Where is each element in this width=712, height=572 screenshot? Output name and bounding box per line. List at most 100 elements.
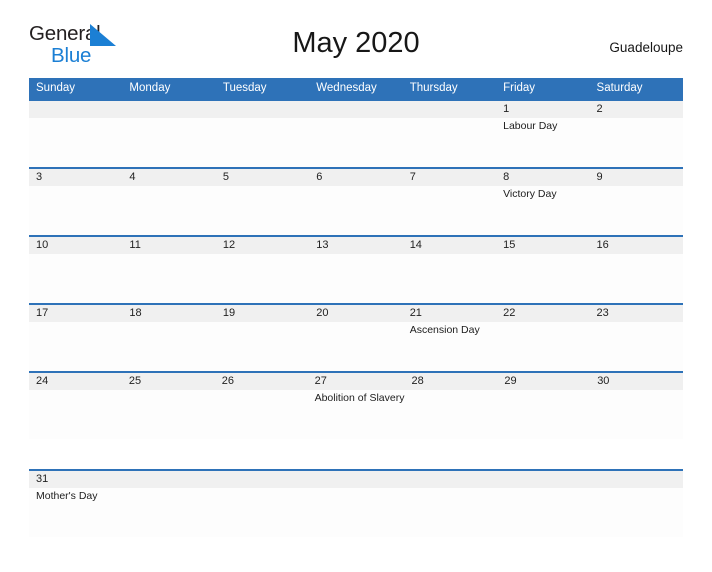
day-number: 5 <box>222 171 229 183</box>
day-number: 15 <box>503 239 516 251</box>
calendar-day-cell[interactable]: 15 <box>496 237 589 303</box>
calendar-day-cell[interactable] <box>309 471 402 537</box>
day-event: Labour Day <box>503 120 558 132</box>
calendar-day-cell[interactable] <box>122 471 215 537</box>
calendar-day-cell[interactable]: 17 <box>29 305 122 371</box>
calendar-day-cell[interactable]: 14 <box>403 237 496 303</box>
day-event: Abolition of Slavery <box>314 392 405 404</box>
day-number: 20 <box>316 307 329 319</box>
calendar-week-row: 10 11 12 13 14 15 16 <box>29 235 683 303</box>
calendar-day-cell[interactable]: 22 <box>496 305 589 371</box>
day-number <box>36 101 122 118</box>
day-number: 13 <box>316 239 329 251</box>
calendar-day-cell[interactable]: 29 <box>497 373 590 439</box>
day-number: 3 <box>36 171 43 183</box>
calendar-day-cell[interactable]: 11 <box>122 237 215 303</box>
calendar-day-cell[interactable]: 6 <box>309 169 402 235</box>
weekday-thursday: Thursday <box>409 82 458 94</box>
calendar-day-cell[interactable]: 9 <box>590 169 683 235</box>
calendar-day-cell[interactable] <box>309 101 402 167</box>
calendar-day-cell[interactable]: 24 <box>29 373 122 439</box>
calendar-day-cell[interactable] <box>216 101 309 167</box>
calendar-day-cell[interactable]: 1 Labour Day <box>496 101 589 167</box>
calendar-grid: Sunday Monday Tuesday Wednesday Thursday… <box>29 78 683 537</box>
calendar-day-cell[interactable]: 31 Mother's Day <box>29 471 122 537</box>
calendar-day-cell[interactable]: 21 Ascension Day <box>403 305 496 371</box>
calendar-day-cell[interactable] <box>122 101 215 167</box>
calendar-day-cell[interactable] <box>403 471 496 537</box>
day-number <box>223 471 309 488</box>
day-number: 26 <box>221 375 234 387</box>
day-number: 22 <box>503 307 516 319</box>
calendar-day-cell[interactable]: 2 <box>590 101 683 167</box>
calendar-week-row: 24 25 26 27 Abolition of Slavery 28 29 3… <box>29 371 683 439</box>
day-number: 21 <box>409 307 422 319</box>
calendar-day-cell[interactable]: 26 <box>215 373 308 439</box>
day-number: 16 <box>596 239 609 251</box>
day-number: 27 <box>314 375 327 387</box>
calendar-day-cell[interactable]: 5 <box>216 169 309 235</box>
calendar-day-cell[interactable]: 3 <box>29 169 122 235</box>
calendar-day-cell[interactable]: 8 Victory Day <box>496 169 589 235</box>
day-number: 24 <box>36 375 49 387</box>
calendar-day-cell[interactable]: 27 Abolition of Slavery <box>308 373 405 439</box>
calendar-day-cell[interactable]: 18 <box>122 305 215 371</box>
calendar-week-row: 3 4 5 6 7 8 Victory Day 9 <box>29 167 683 235</box>
calendar-day-cell[interactable] <box>590 471 683 537</box>
day-number: 6 <box>316 171 323 183</box>
calendar-day-cell[interactable] <box>29 101 122 167</box>
day-number <box>597 471 683 488</box>
calendar-day-cell[interactable]: 16 <box>590 237 683 303</box>
day-number: 8 <box>503 171 510 183</box>
calendar-week-row: 31 Mother's Day <box>29 469 683 537</box>
weekday-monday: Monday <box>129 82 171 94</box>
weekday-wednesday: Wednesday <box>316 82 377 94</box>
calendar-day-cell[interactable]: 10 <box>29 237 122 303</box>
day-number: 28 <box>411 375 424 387</box>
weekday-tuesday: Tuesday <box>222 82 267 94</box>
calendar-day-cell[interactable]: 30 <box>590 373 683 439</box>
day-number: 7 <box>409 171 416 183</box>
weekday-header-row: Sunday Monday Tuesday Wednesday Thursday… <box>29 78 683 99</box>
calendar-day-cell[interactable]: 25 <box>122 373 215 439</box>
day-number <box>410 471 496 488</box>
day-number: 23 <box>596 307 609 319</box>
day-number <box>316 101 402 118</box>
day-number: 18 <box>129 307 142 319</box>
day-number: 19 <box>222 307 236 319</box>
day-number: 17 <box>36 307 49 319</box>
page-header: General Blue May 2020 Guadeloupe <box>29 22 683 72</box>
day-number: 4 <box>129 171 136 183</box>
day-number <box>316 471 402 488</box>
day-number: 9 <box>596 171 603 183</box>
weekday-saturday: Saturday <box>596 82 643 94</box>
day-number <box>129 101 215 118</box>
day-number: 29 <box>504 375 517 387</box>
day-number <box>410 101 496 118</box>
calendar-day-cell[interactable] <box>403 101 496 167</box>
day-number: 14 <box>409 239 422 251</box>
calendar-day-cell[interactable]: 12 <box>216 237 309 303</box>
day-number: 30 <box>597 375 610 387</box>
day-number: 25 <box>128 375 142 387</box>
page-title: May 2020 <box>292 27 420 59</box>
calendar-page: General Blue May 2020 Guadeloupe Sunday … <box>0 22 712 572</box>
calendar-day-cell[interactable] <box>496 471 589 537</box>
calendar-day-cell[interactable]: 20 <box>309 305 402 371</box>
day-number: 10 <box>36 239 49 251</box>
calendar-day-cell[interactable]: 4 <box>122 169 215 235</box>
day-number <box>503 471 589 488</box>
day-number <box>223 101 309 118</box>
country-label: Guadeloupe <box>609 40 683 55</box>
day-number: 11 <box>129 239 141 251</box>
calendar-day-cell[interactable] <box>216 471 309 537</box>
calendar-day-cell[interactable]: 13 <box>309 237 402 303</box>
calendar-day-cell[interactable]: 28 <box>404 373 497 439</box>
weekday-sunday: Sunday <box>36 82 76 94</box>
calendar-day-cell[interactable]: 19 <box>216 305 309 371</box>
calendar-day-cell[interactable]: 7 <box>403 169 496 235</box>
day-number: 12 <box>222 239 236 251</box>
calendar-day-cell[interactable]: 23 <box>590 305 683 371</box>
day-event: Ascension Day <box>409 324 480 336</box>
day-number: 1 <box>503 103 510 115</box>
